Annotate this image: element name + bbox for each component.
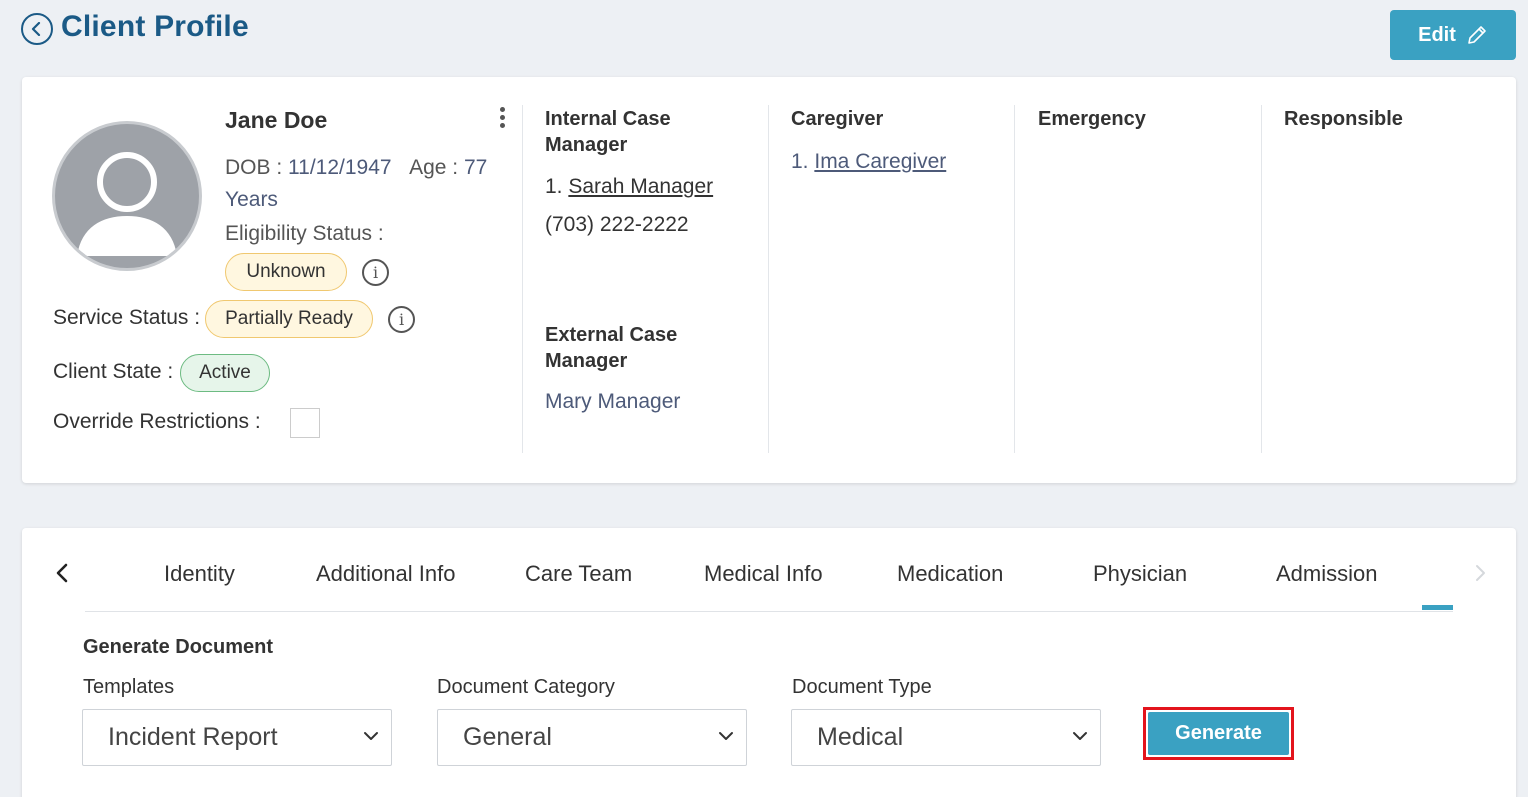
tab-medication[interactable]: Medication bbox=[897, 561, 1003, 587]
kebab-menu-icon[interactable] bbox=[496, 107, 508, 133]
tab-additional-info[interactable]: Additional Info bbox=[316, 561, 455, 587]
info-icon[interactable]: i bbox=[362, 259, 389, 286]
chevron-down-icon bbox=[364, 732, 378, 740]
dob-label: DOB : bbox=[225, 156, 283, 179]
page-title: Client Profile bbox=[61, 10, 249, 43]
templates-select[interactable]: Incident Report bbox=[82, 709, 392, 766]
age-label: Age : bbox=[409, 156, 459, 179]
column-divider bbox=[1014, 105, 1015, 453]
chevron-right-icon bbox=[1476, 565, 1485, 581]
caregiver-link[interactable]: Ima Caregiver bbox=[814, 150, 946, 173]
templates-selected-value: Incident Report bbox=[108, 723, 278, 751]
tab-admission[interactable]: Admission bbox=[1276, 561, 1377, 587]
tab-care-team[interactable]: Care Team bbox=[525, 561, 632, 587]
templates-label: Templates bbox=[83, 676, 175, 698]
document-type-select[interactable]: Medical bbox=[791, 709, 1101, 766]
document-category-label: Document Category bbox=[437, 676, 615, 698]
eligibility-status-label: Eligibility Status : bbox=[225, 222, 384, 245]
caregiver-title: Caregiver bbox=[791, 108, 884, 130]
generate-button[interactable]: Generate bbox=[1148, 712, 1289, 755]
column-divider bbox=[1261, 105, 1262, 453]
tabs-card: Identity Additional Info Care Team Medic… bbox=[22, 528, 1516, 797]
eligibility-status-badge: Unknown bbox=[225, 253, 347, 291]
generate-document-title: Generate Document bbox=[83, 636, 274, 658]
document-type-selected-value: Medical bbox=[817, 723, 904, 751]
document-type-label: Document Type bbox=[792, 676, 932, 698]
tab-identity[interactable]: Identity bbox=[164, 561, 235, 587]
age-value: 77 bbox=[463, 156, 488, 179]
service-status-badge: Partially Ready bbox=[205, 300, 373, 338]
dob-value: 11/12/1947 bbox=[288, 156, 392, 179]
dob-age-line: DOB : 11/12/1947 Age : 77 Years bbox=[225, 152, 515, 216]
edit-button-label: Edit bbox=[1418, 23, 1456, 46]
column-divider bbox=[768, 105, 769, 453]
tab-active-indicator bbox=[1422, 605, 1453, 610]
tab-baseline bbox=[85, 611, 1453, 612]
avatar bbox=[52, 121, 202, 271]
chevron-down-icon bbox=[719, 732, 733, 740]
age-unit: Years bbox=[225, 188, 278, 211]
internal-case-manager-title: Internal Case Manager bbox=[545, 108, 671, 156]
pencil-icon bbox=[1468, 26, 1486, 44]
internal-case-manager-phone: (703) 222-2222 bbox=[545, 213, 689, 236]
internal-case-manager-link[interactable]: Sarah Manager bbox=[568, 175, 713, 198]
edit-button[interactable]: Edit bbox=[1390, 10, 1516, 60]
caregiver-entry: 1. Ima Caregiver bbox=[791, 150, 947, 173]
service-status-label: Service Status : bbox=[53, 306, 201, 329]
emergency-title: Emergency bbox=[1038, 108, 1146, 130]
external-case-manager-name: Mary Manager bbox=[545, 390, 681, 413]
internal-case-manager-entry: 1. Sarah Manager bbox=[545, 175, 714, 198]
back-arrow-icon bbox=[31, 22, 41, 36]
external-case-manager-title: External Case Manager bbox=[545, 324, 678, 372]
chevron-left-icon bbox=[56, 563, 68, 583]
tab-physician[interactable]: Physician bbox=[1093, 561, 1187, 587]
info-icon[interactable]: i bbox=[388, 306, 415, 333]
client-state-label: Client State : bbox=[53, 360, 174, 383]
column-divider bbox=[522, 105, 523, 453]
responsible-title: Responsible bbox=[1284, 108, 1403, 130]
tab-scroll-left-button[interactable] bbox=[50, 558, 74, 588]
chevron-down-icon bbox=[1073, 732, 1087, 740]
tab-scroll-right-button[interactable] bbox=[1468, 558, 1492, 588]
override-restrictions-label: Override Restrictions : bbox=[53, 410, 261, 433]
document-category-selected-value: General bbox=[463, 723, 552, 751]
client-state-badge: Active bbox=[180, 354, 270, 392]
page-header: Client Profile Edit bbox=[0, 0, 1528, 76]
tab-medical-info[interactable]: Medical Info bbox=[704, 561, 823, 587]
back-button[interactable] bbox=[21, 13, 53, 45]
client-name: Jane Doe bbox=[225, 107, 328, 133]
profile-card: Jane Doe DOB : 11/12/1947 Age : 77 Years… bbox=[22, 77, 1516, 483]
document-category-select[interactable]: General bbox=[437, 709, 747, 766]
avatar-placeholder-icon bbox=[77, 152, 177, 256]
override-restrictions-checkbox[interactable] bbox=[290, 408, 320, 438]
